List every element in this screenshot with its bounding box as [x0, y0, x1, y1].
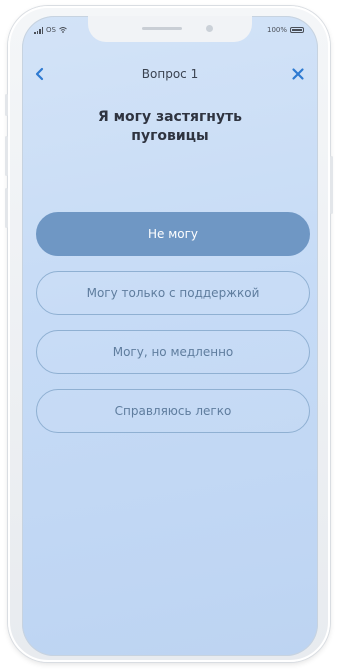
app-screen: OS 100% Вопрос 1 Я могу застягнуть пугов… [22, 16, 318, 656]
device-notch [88, 16, 252, 42]
status-bar-right: 100% [267, 26, 304, 34]
speaker-grille [142, 27, 182, 30]
option-label: Справляюсь легко [114, 404, 232, 418]
battery-icon [290, 27, 304, 33]
option-button-with-support[interactable]: Могу только с поддержкой [36, 271, 310, 315]
answer-options: Не могу Могу только с поддержкой Могу, н… [36, 212, 310, 448]
front-camera [206, 25, 213, 32]
header-bar: Вопрос 1 [22, 66, 318, 86]
carrier-label: OS [46, 26, 56, 34]
option-label: Могу только с поддержкой [86, 286, 260, 300]
battery-percent: 100% [266, 26, 287, 34]
signal-icon [34, 26, 43, 34]
option-button-easily[interactable]: Справляюсь легко [36, 389, 310, 433]
power-button [330, 156, 333, 214]
volume-down-button [5, 188, 8, 228]
status-bar-left: OS [34, 26, 67, 34]
option-label: Могу, но медленно [112, 345, 234, 359]
close-icon[interactable] [290, 66, 306, 82]
wifi-icon [59, 27, 67, 33]
mute-switch [5, 94, 8, 116]
volume-up-button [5, 136, 8, 176]
option-label: Не могу [147, 227, 199, 241]
page-title: Вопрос 1 [141, 67, 199, 81]
option-button-slowly[interactable]: Могу, но медленно [36, 330, 310, 374]
option-button-cannot[interactable]: Не могу [36, 212, 310, 256]
question-text: Я могу застягнуть пуговицы [97, 109, 243, 144]
